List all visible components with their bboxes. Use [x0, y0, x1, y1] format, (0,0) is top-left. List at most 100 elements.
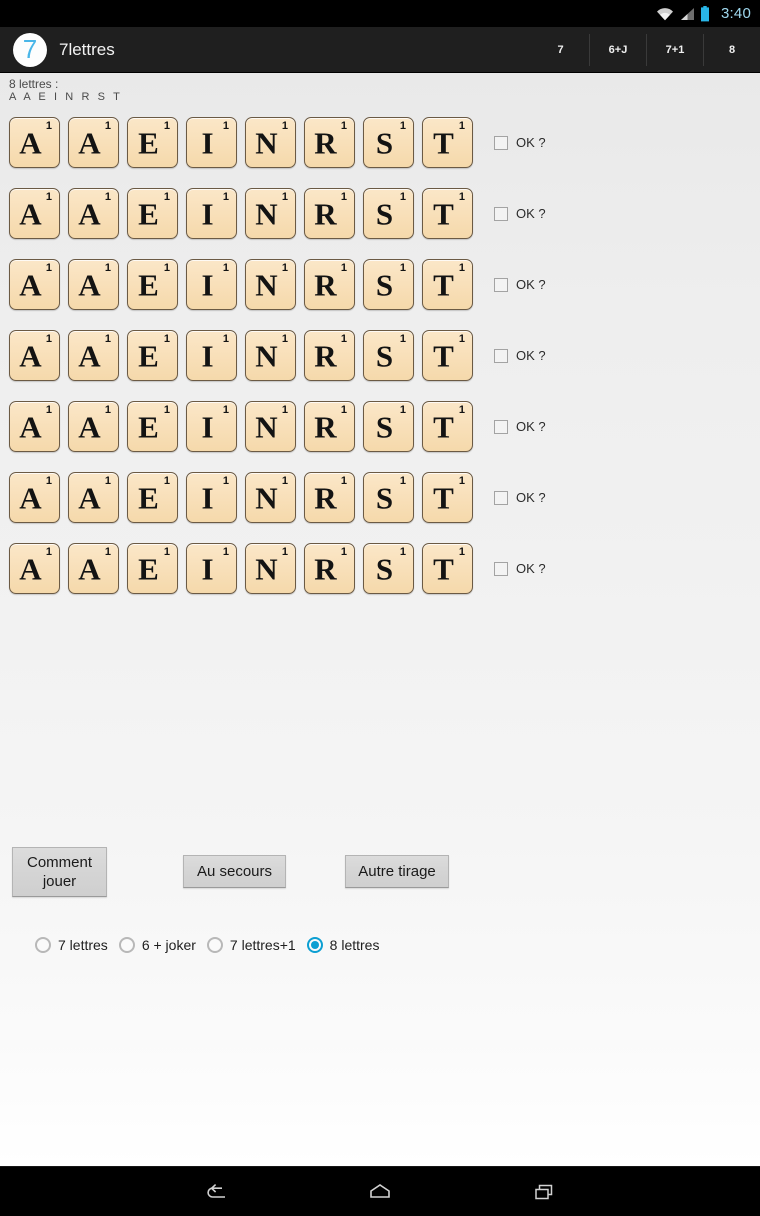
tile-letter: R: [314, 551, 337, 586]
ok-checkbox-group[interactable]: OK ?: [494, 277, 546, 292]
help-button[interactable]: Au secours: [183, 855, 286, 888]
radio-button-icon[interactable]: [35, 937, 51, 953]
letter-tile[interactable]: A1: [68, 543, 119, 594]
tile-letter: A: [78, 125, 101, 160]
tab-8[interactable]: 8: [703, 33, 760, 66]
letter-tile[interactable]: T1: [422, 401, 473, 452]
letter-tile[interactable]: I1: [186, 401, 237, 452]
letter-tile[interactable]: E1: [127, 188, 178, 239]
letter-tile[interactable]: N1: [245, 472, 296, 523]
letter-tile[interactable]: A1: [68, 330, 119, 381]
letter-tile[interactable]: A1: [68, 259, 119, 310]
letter-tile[interactable]: I1: [186, 117, 237, 168]
letter-tile[interactable]: E1: [127, 117, 178, 168]
ok-checkbox-group[interactable]: OK ?: [494, 135, 546, 150]
letter-tile[interactable]: A1: [9, 117, 60, 168]
letter-tile[interactable]: R1: [304, 401, 355, 452]
letter-tile[interactable]: S1: [363, 188, 414, 239]
letter-tile[interactable]: I1: [186, 259, 237, 310]
letter-tile[interactable]: E1: [127, 330, 178, 381]
tile-value: 1: [222, 404, 229, 416]
radio-button-icon[interactable]: [306, 937, 323, 953]
letter-tile[interactable]: A1: [9, 472, 60, 523]
letter-tile[interactable]: N1: [245, 188, 296, 239]
ok-checkbox[interactable]: [494, 490, 508, 505]
letter-tile[interactable]: T1: [422, 188, 473, 239]
ok-checkbox-group[interactable]: OK ?: [494, 419, 546, 434]
letter-tile[interactable]: A1: [68, 188, 119, 239]
letter-tile[interactable]: E1: [127, 401, 178, 452]
letter-tile[interactable]: T1: [422, 117, 473, 168]
letter-tile[interactable]: N1: [245, 401, 296, 452]
tile-value: 1: [45, 333, 52, 345]
letter-tile[interactable]: S1: [363, 543, 414, 594]
mode-radio-1[interactable]: 6 + joker: [118, 937, 196, 953]
letter-tile[interactable]: R1: [304, 117, 355, 168]
ok-checkbox[interactable]: [494, 561, 508, 576]
mode-radio-0[interactable]: 7 lettres: [35, 937, 108, 953]
letter-tile[interactable]: S1: [363, 117, 414, 168]
letter-tile[interactable]: R1: [304, 259, 355, 310]
ok-checkbox-group[interactable]: OK ?: [494, 348, 546, 363]
ok-checkbox[interactable]: [494, 135, 508, 150]
tile-value: 1: [340, 546, 347, 558]
letter-tile[interactable]: E1: [127, 259, 178, 310]
ok-checkbox[interactable]: [494, 277, 508, 292]
radio-button-icon[interactable]: [206, 937, 223, 953]
letter-tile[interactable]: N1: [245, 543, 296, 594]
ok-checkbox[interactable]: [494, 206, 508, 221]
letter-tile[interactable]: R1: [304, 188, 355, 239]
tab-7[interactable]: 7: [532, 34, 589, 66]
letter-tile[interactable]: T1: [422, 259, 473, 310]
letter-tile[interactable]: S1: [363, 472, 414, 523]
mode-radio-3[interactable]: 8 lettres: [306, 937, 379, 953]
ok-checkbox[interactable]: [494, 348, 508, 363]
letter-tile[interactable]: A1: [68, 401, 119, 452]
tile-letter: N: [255, 551, 278, 586]
new-draw-button[interactable]: Autre tirage: [345, 855, 449, 888]
letter-tile[interactable]: N1: [245, 259, 296, 310]
mode-radio-2[interactable]: 7 lettres+1: [206, 937, 296, 953]
how-to-play-button[interactable]: Comment jouer: [12, 847, 107, 897]
radio-button-icon[interactable]: [118, 937, 135, 953]
back-button[interactable]: [192, 1172, 240, 1212]
letter-tile[interactable]: A1: [9, 330, 60, 381]
letter-tile[interactable]: N1: [245, 117, 296, 168]
letter-tile[interactable]: A1: [9, 401, 60, 452]
letter-tile[interactable]: S1: [363, 259, 414, 310]
letter-tile[interactable]: S1: [363, 330, 414, 381]
ok-checkbox-group[interactable]: OK ?: [494, 490, 546, 505]
letter-tile[interactable]: R1: [304, 472, 355, 523]
letter-tile[interactable]: E1: [127, 543, 178, 594]
letter-tile[interactable]: A1: [68, 117, 119, 168]
letter-tile[interactable]: A1: [9, 543, 60, 594]
tile-letter: E: [138, 409, 159, 444]
letter-tile[interactable]: A1: [9, 188, 60, 239]
tile-value: 1: [163, 333, 170, 345]
letter-tile[interactable]: R1: [304, 330, 355, 381]
ok-checkbox-group[interactable]: OK ?: [494, 561, 546, 576]
letter-tile[interactable]: T1: [422, 472, 473, 523]
letter-tile[interactable]: I1: [186, 330, 237, 381]
tile-value: 1: [104, 475, 111, 487]
letter-tile[interactable]: T1: [422, 330, 473, 381]
letter-tile[interactable]: T1: [422, 543, 473, 594]
ok-checkbox-group[interactable]: OK ?: [494, 206, 546, 221]
letter-tile[interactable]: A1: [9, 259, 60, 310]
tile-value: 1: [458, 546, 465, 558]
tab-7-plus-1[interactable]: 7+1: [646, 33, 703, 66]
home-button[interactable]: [356, 1172, 404, 1212]
letter-tile[interactable]: I1: [186, 188, 237, 239]
letter-tile[interactable]: R1: [304, 543, 355, 594]
ok-label: OK ?: [516, 206, 546, 221]
letter-tile[interactable]: S1: [363, 401, 414, 452]
ok-checkbox[interactable]: [494, 419, 508, 434]
letter-tile[interactable]: I1: [186, 472, 237, 523]
recents-button[interactable]: [520, 1172, 568, 1212]
letter-tile[interactable]: I1: [186, 543, 237, 594]
tab-6-plus-joker[interactable]: 6+J: [589, 33, 646, 66]
letter-tile[interactable]: N1: [245, 330, 296, 381]
letter-tile[interactable]: A1: [68, 472, 119, 523]
tile-value: 1: [399, 262, 406, 274]
letter-tile[interactable]: E1: [127, 472, 178, 523]
